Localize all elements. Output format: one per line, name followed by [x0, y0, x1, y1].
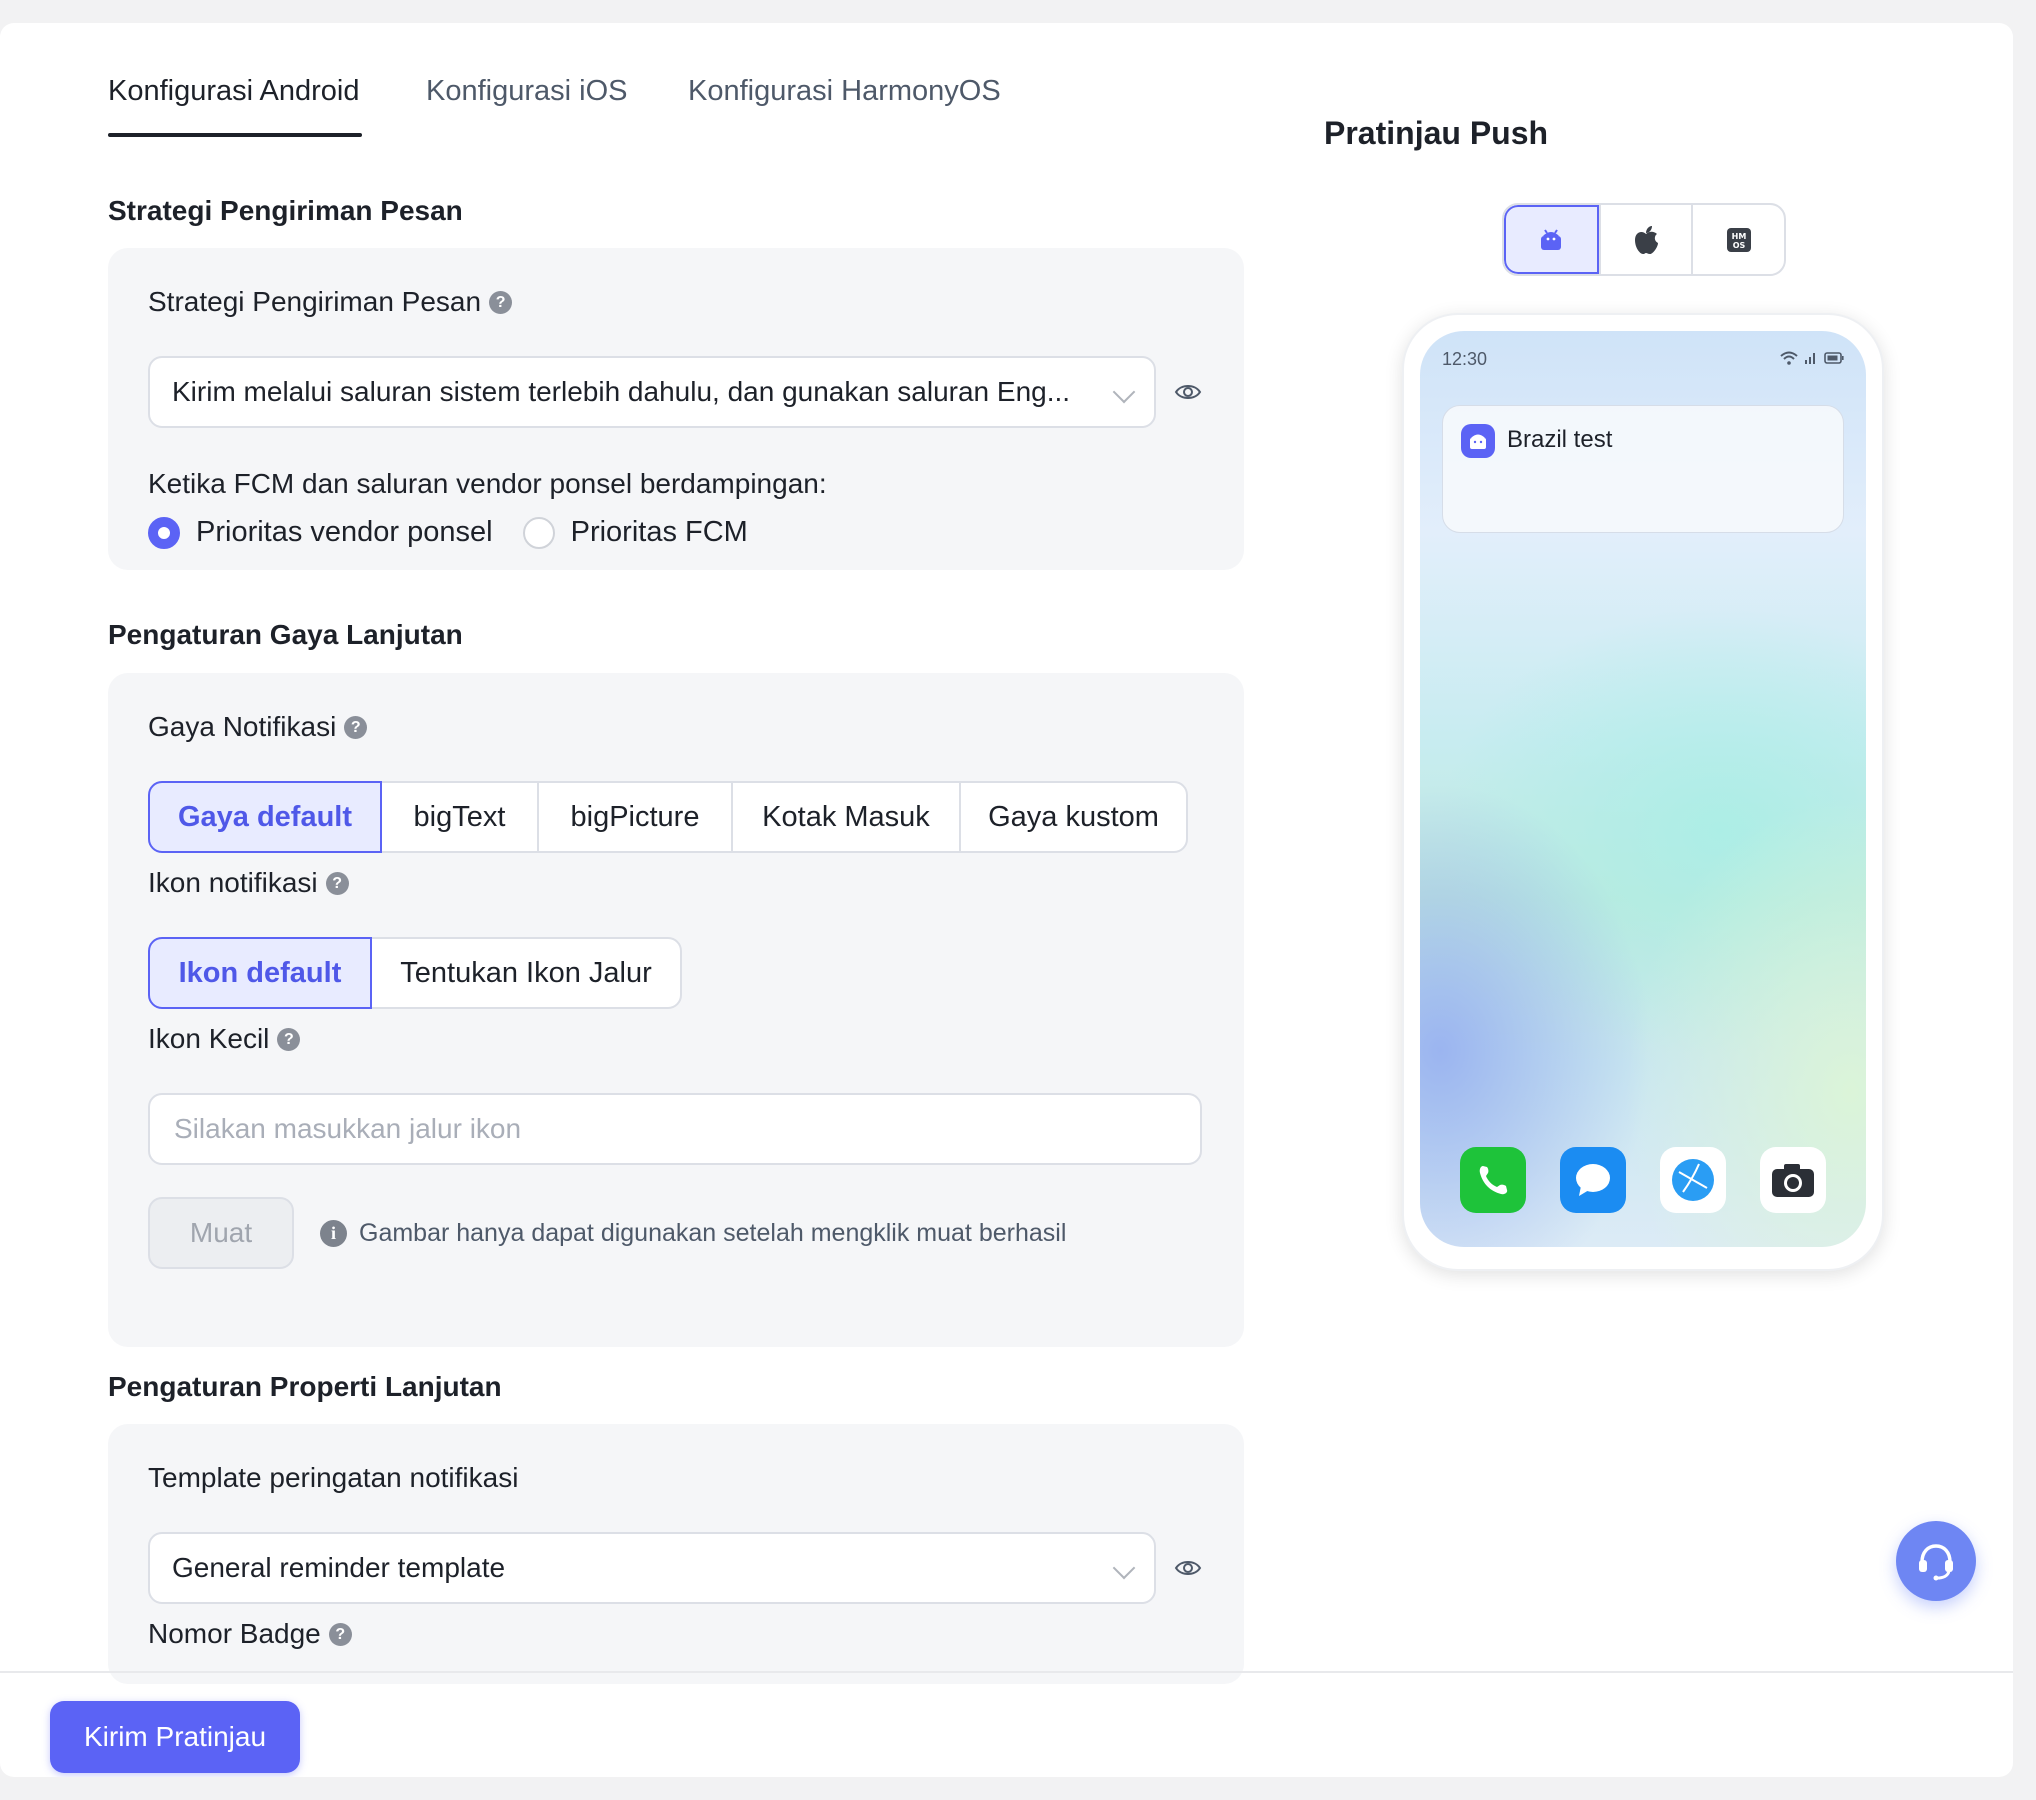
headset-icon [1919, 1544, 1953, 1581]
phone-app-icon [1460, 1147, 1526, 1213]
radio-vendor-priority[interactable]: Prioritas vendor ponsel [148, 516, 493, 549]
radio-fcm-priority-label: Prioritas FCM [570, 516, 748, 548]
small-icon-label-text: Ikon Kecil [148, 1023, 270, 1054]
badge-number-label: Nomor Badge ? [148, 1618, 352, 1650]
style-section-title: Pengaturan Gaya Lanjutan [108, 619, 463, 650]
radio-checked-icon [148, 516, 180, 549]
tab-ios-config[interactable]: Konfigurasi iOS [426, 75, 628, 108]
android-icon [1541, 228, 1562, 250]
battery-icon [1824, 352, 1844, 364]
tab-harmonyos-config[interactable]: Konfigurasi HarmonyOS [688, 75, 1001, 108]
load-hint: i Gambar hanya dapat digunakan setelah m… [320, 1219, 1066, 1248]
chevron-down-icon [1112, 1556, 1136, 1580]
small-icon-label: Ikon Kecil ? [148, 1023, 301, 1055]
footer-divider [0, 1671, 2013, 1673]
svg-text:HM: HM [1731, 232, 1746, 241]
delivery-panel: Strategi Pengiriman Pesan ? Kirim melalu… [108, 248, 1244, 570]
phone-dock [1460, 1147, 1826, 1213]
phone-preview: 12:30 Brazil test [1402, 313, 1884, 1271]
notif-style-segmented: Gaya default bigText bigPicture Kotak Ma… [148, 781, 1188, 853]
notif-style-label: Gaya Notifikasi ? [148, 711, 368, 743]
help-icon[interactable]: ? [325, 871, 349, 895]
customer-support-button[interactable] [1896, 1521, 1976, 1601]
messages-app-icon [1560, 1147, 1626, 1213]
eye-icon[interactable] [1174, 1554, 1202, 1582]
phone-screen: 12:30 Brazil test [1420, 331, 1866, 1247]
svg-text:OS: OS [1732, 241, 1745, 250]
notif-style-label-text: Gaya Notifikasi [148, 711, 337, 742]
notif-icon-label: Ikon notifikasi ? [148, 867, 349, 899]
radio-vendor-priority-label: Prioritas vendor ponsel [196, 516, 493, 548]
harmonyos-icon: HM OS [1726, 227, 1751, 252]
badge-number-label-text: Nomor Badge [148, 1618, 321, 1649]
style-option-bigtext[interactable]: bigText [380, 781, 539, 853]
browser-app-icon [1660, 1147, 1726, 1213]
template-select[interactable]: General reminder template [148, 1532, 1156, 1604]
style-option-inbox[interactable]: Kotak Masuk [731, 781, 961, 853]
app-notification-icon [1461, 424, 1495, 458]
notification-card: Brazil test [1442, 405, 1844, 533]
radio-unchecked-icon [522, 516, 555, 549]
status-icons [1780, 351, 1844, 365]
notif-icon-segmented: Ikon default Tentukan Ikon Jalur [148, 937, 682, 1009]
delivery-strategy-label-text: Strategi Pengiriman Pesan [148, 286, 482, 317]
send-preview-button[interactable]: Kirim Pratinjau [50, 1701, 300, 1773]
load-hint-text: Gambar hanya dapat digunakan setelah men… [359, 1219, 1067, 1247]
style-option-bigpicture[interactable]: bigPicture [537, 781, 733, 853]
delivery-strategy-select[interactable]: Kirim melalui saluran sistem terlebih da… [148, 356, 1156, 428]
notification-title: Brazil test [1507, 426, 1613, 453]
status-time: 12:30 [1442, 349, 1488, 369]
preview-os-ios[interactable] [1598, 205, 1692, 274]
help-icon[interactable]: ? [489, 290, 513, 314]
info-icon: i [320, 1220, 347, 1247]
delivery-section-title: Strategi Pengiriman Pesan [108, 195, 463, 226]
preview-os-harmonyos[interactable]: HM OS [1691, 205, 1784, 274]
style-panel: Gaya Notifikasi ? Gaya default bigText b… [108, 673, 1244, 1347]
main-card: Konfigurasi Android Konfigurasi iOS Konf… [0, 23, 2013, 1777]
eye-icon[interactable] [1174, 378, 1202, 406]
wifi-icon [1780, 351, 1798, 365]
preview-title: Pratinjau Push [1324, 115, 1549, 151]
icon-option-default[interactable]: Ikon default [148, 937, 372, 1009]
priority-radio-group: Prioritas vendor ponsel Prioritas FCM [148, 516, 778, 549]
tab-android-config[interactable]: Konfigurasi Android [108, 75, 360, 108]
chevron-down-icon [1112, 380, 1136, 404]
delivery-strategy-label: Strategi Pengiriman Pesan ? [148, 286, 513, 318]
load-button[interactable]: Muat [148, 1197, 294, 1269]
notif-icon-label-text: Ikon notifikasi [148, 867, 318, 898]
coexist-label: Ketika FCM dan saluran vendor ponsel ber… [148, 468, 827, 499]
radio-fcm-priority[interactable]: Prioritas FCM [522, 516, 748, 549]
camera-app-icon [1760, 1147, 1826, 1213]
preview-os-switch: HM OS [1502, 203, 1786, 276]
preview-os-android[interactable] [1504, 205, 1599, 274]
small-icon-path-input[interactable] [148, 1093, 1202, 1165]
style-option-custom[interactable]: Gaya kustom [959, 781, 1188, 853]
template-select-value: General reminder template [172, 1552, 506, 1583]
help-icon[interactable]: ? [277, 1027, 301, 1051]
signal-icon [1805, 353, 1815, 364]
help-icon[interactable]: ? [328, 1622, 352, 1646]
properties-panel: Template peringatan notifikasi General r… [108, 1424, 1244, 1684]
properties-section-title: Pengaturan Properti Lanjutan [108, 1371, 502, 1402]
help-icon[interactable]: ? [344, 715, 368, 739]
delivery-strategy-value: Kirim melalui saluran sistem terlebih da… [172, 376, 1071, 407]
template-label: Template peringatan notifikasi [148, 1462, 519, 1493]
icon-option-custom-path[interactable]: Tentukan Ikon Jalur [370, 937, 682, 1009]
style-option-default[interactable]: Gaya default [148, 781, 382, 853]
active-tab-indicator [108, 133, 362, 137]
apple-icon [1635, 225, 1658, 254]
